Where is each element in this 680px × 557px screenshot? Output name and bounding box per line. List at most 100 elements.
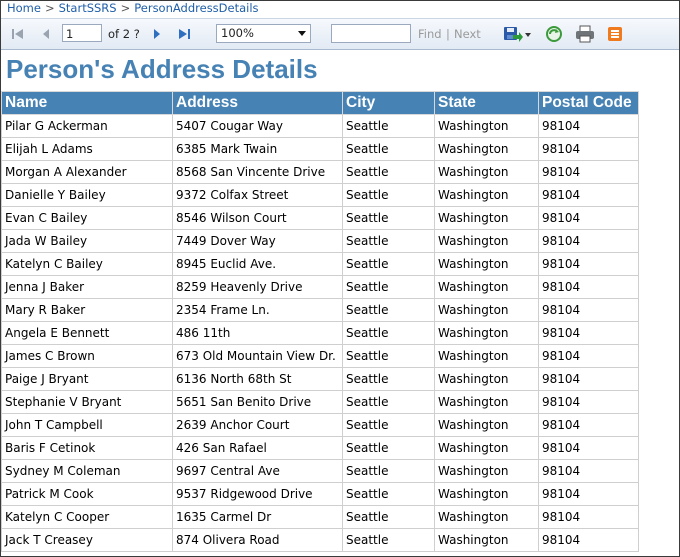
postal-code-cell: 98104 [538, 367, 639, 391]
address-cell: 1635 Carmel Dr [172, 505, 343, 529]
refresh-icon[interactable] [544, 24, 564, 44]
city-cell: Seattle [342, 298, 435, 322]
find-text-input[interactable] [331, 24, 411, 43]
address-cell: 426 San Rafael [172, 436, 343, 460]
breadcrumb-separator: > [120, 1, 131, 15]
name-cell: Jenna J Baker [1, 275, 173, 299]
next-page-icon[interactable] [149, 26, 165, 42]
breadcrumb-current-report[interactable]: PersonAddressDetails [134, 1, 258, 15]
table-row: Jack T Creasey 874 Olivera Road Seattle Was… [1, 528, 639, 552]
table-row: Sydney M Coleman 9697 Central Ave Seattle W… [1, 459, 639, 483]
current-page-input[interactable]: 1 [62, 24, 102, 42]
state-cell: Washington [434, 160, 539, 184]
city-cell: Seattle [342, 528, 435, 552]
previous-page-icon[interactable] [38, 26, 54, 42]
chevron-down-icon [298, 31, 306, 36]
name-cell: Elijah L Adams [1, 137, 173, 161]
zoom-select[interactable]: 100% [216, 24, 311, 43]
address-cell: 6136 North 68th St [172, 367, 343, 391]
address-cell: 9697 Central Ave [172, 459, 343, 483]
find-next-link[interactable]: Next [454, 25, 481, 43]
name-cell: Jada W Bailey [1, 229, 173, 253]
postal-code-cell: 98104 [538, 229, 639, 253]
city-cell: Seattle [342, 206, 435, 230]
find-separator: | [446, 27, 450, 41]
address-cell: 2639 Anchor Court [172, 413, 343, 437]
page-count-label: of 2 ? [108, 27, 140, 41]
name-cell: Stephanie V Bryant [1, 390, 173, 414]
table-row: Jenna J Baker 8259 Heavenly Drive Seattle W… [1, 275, 639, 299]
last-page-icon[interactable] [176, 26, 192, 42]
table-row: Mary R Baker 2354 Frame Ln. Seattle Washing… [1, 298, 639, 322]
postal-code-cell: 98104 [538, 298, 639, 322]
city-cell: Seattle [342, 321, 435, 345]
postal-code-cell: 98104 [538, 459, 639, 483]
state-cell: Washington [434, 275, 539, 299]
state-cell: Washington [434, 229, 539, 253]
postal-code-cell: 98104 [538, 206, 639, 230]
breadcrumb-home-link[interactable]: Home [7, 1, 41, 15]
address-cell: 9372 Colfax Street [172, 183, 343, 207]
city-cell: Seattle [342, 160, 435, 184]
address-cell: 8546 Wilson Court [172, 206, 343, 230]
table-row: Evan C Bailey 8546 Wilson Court Seattle Was… [1, 206, 639, 230]
data-feed-icon[interactable] [605, 24, 625, 44]
name-cell: Pilar G Ackerman [1, 114, 173, 138]
state-cell: Washington [434, 505, 539, 529]
postal-code-cell: 98104 [538, 114, 639, 138]
table-row: Stephanie V Bryant 5651 San Benito Drive S… [1, 390, 639, 414]
city-cell: Seattle [342, 367, 435, 391]
state-cell: Washington [434, 114, 539, 138]
print-icon[interactable] [575, 24, 595, 44]
name-cell: Katelyn C Bailey [1, 252, 173, 276]
name-cell: James C Brown [1, 344, 173, 368]
address-cell: 5651 San Benito Drive [172, 390, 343, 414]
postal-code-cell: 98104 [538, 436, 639, 460]
state-cell: Washington [434, 459, 539, 483]
column-header-name: Name [1, 91, 173, 115]
city-cell: Seattle [342, 183, 435, 207]
postal-code-cell: 98104 [538, 321, 639, 345]
breadcrumb-separator: > [44, 1, 55, 15]
postal-code-cell: 98104 [538, 505, 639, 529]
postal-code-cell: 98104 [538, 482, 639, 506]
table-row: Patrick M Cook 9537 Ridgewood Drive Seattl… [1, 482, 639, 506]
column-header-address: Address [172, 91, 343, 115]
address-cell: 2354 Frame Ln. [172, 298, 343, 322]
state-cell: Washington [434, 482, 539, 506]
address-cell: 8259 Heavenly Drive [172, 275, 343, 299]
state-cell: Washington [434, 367, 539, 391]
postal-code-cell: 98104 [538, 344, 639, 368]
address-cell: 874 Olivera Road [172, 528, 343, 552]
name-cell: John T Campbell [1, 413, 173, 437]
export-save-icon[interactable] [501, 24, 533, 44]
column-header-postal-code: Postal Code [538, 91, 639, 115]
address-cell: 9537 Ridgewood Drive [172, 482, 343, 506]
table-row: Danielle Y Bailey 9372 Colfax Street Seatt… [1, 183, 639, 207]
state-cell: Washington [434, 528, 539, 552]
postal-code-cell: 98104 [538, 252, 639, 276]
state-cell: Washington [434, 298, 539, 322]
table-row: Katelyn C Bailey 8945 Euclid Ave. Seattle W… [1, 252, 639, 276]
city-cell: Seattle [342, 137, 435, 161]
table-row: Angela E Bennett 486 11th Seattle Washingto… [1, 321, 639, 345]
column-header-city: City [342, 91, 435, 115]
state-cell: Washington [434, 252, 539, 276]
report-toolbar: 1 of 2 ? 100% Find | Next [1, 18, 679, 50]
report-viewer-window: Home > StartSSRS > PersonAddressDetails 1 of… [0, 0, 680, 557]
city-cell: Seattle [342, 252, 435, 276]
address-table: Name Address City State Postal Code Pilar G … [1, 91, 639, 552]
name-cell: Katelyn C Cooper [1, 505, 173, 529]
find-link[interactable]: Find [418, 25, 442, 43]
table-row: John T Campbell 2639 Anchor Court Seattle W… [1, 413, 639, 437]
first-page-icon[interactable] [10, 26, 26, 42]
city-cell: Seattle [342, 459, 435, 483]
breadcrumb: Home > StartSSRS > PersonAddressDetails [1, 1, 679, 17]
report-title: Person's Address Details [6, 54, 318, 84]
breadcrumb-startssrs-link[interactable]: StartSSRS [59, 1, 117, 15]
postal-code-cell: 98104 [538, 528, 639, 552]
table-row: James C Brown 673 Old Mountain View Dr. Se… [1, 344, 639, 368]
city-cell: Seattle [342, 482, 435, 506]
name-cell: Mary R Baker [1, 298, 173, 322]
address-cell: 8568 San Vincente Drive [172, 160, 343, 184]
